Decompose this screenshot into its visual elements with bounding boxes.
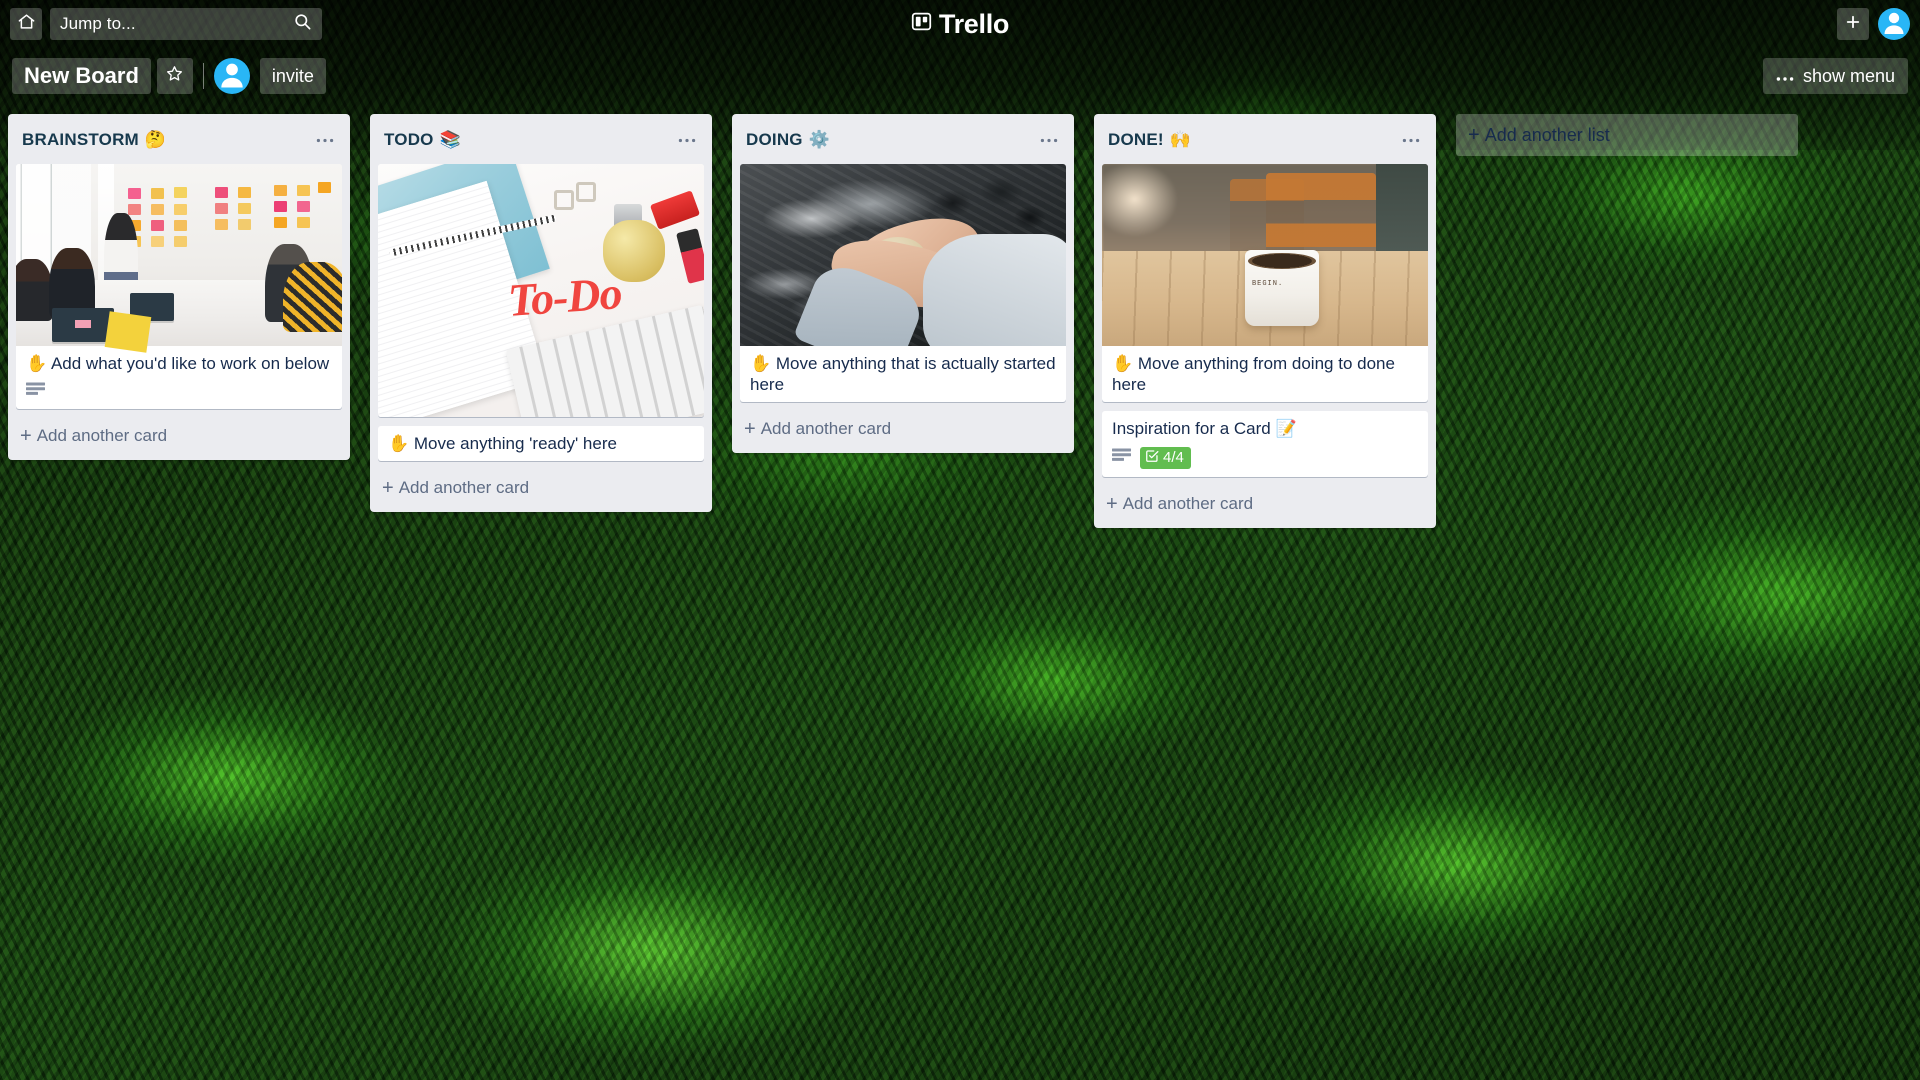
cards-area: BEGIN. ✋ Move anything from doing to don… — [1094, 164, 1436, 486]
cards-area: ✋ Move anything that is actually started… — [732, 164, 1074, 411]
card-title: ✋ Move anything that is actually started… — [750, 354, 1056, 394]
card-body: Inspiration for a Card 📝 4/4 — [1102, 411, 1428, 477]
card[interactable]: ✋ Move anything that is actually started… — [740, 164, 1066, 402]
card-badges: 4/4 — [1112, 446, 1418, 471]
user-avatar-icon — [1878, 8, 1910, 40]
list-title-todo[interactable]: TODO 📚 — [384, 130, 674, 150]
list-header: DOING ⚙️ — [732, 114, 1074, 164]
card-cover-hands-kneading-dough-photo — [740, 164, 1066, 346]
list-title-text: DOING — [746, 130, 803, 149]
trello-logo-text: Trello — [938, 8, 1010, 39]
list-todo: TODO 📚 To-Do ✋ Move anything 'ready' her… — [370, 114, 712, 512]
thinking-face-emoji: 🤔 — [144, 130, 167, 149]
add-card-label: Add another card — [1122, 493, 1254, 513]
invite-button[interactable]: invite — [259, 58, 326, 94]
card-badges — [26, 382, 332, 403]
description-lines-icon — [26, 382, 46, 401]
list-title-text: TODO — [384, 130, 434, 149]
top-bar-right-controls — [1837, 8, 1910, 40]
top-navigation-bar: Jump to... Trello — [0, 0, 1920, 48]
add-card-label: Add another card — [398, 477, 530, 497]
checklist-count: 4/4 — [1163, 449, 1184, 467]
description-lines-icon — [1112, 448, 1132, 467]
list-brainstorm: BRAINSTORM 🤔 ✋ Add what you'd like to wo… — [8, 114, 350, 460]
card-cover-brainstorm-meeting-photo — [16, 164, 342, 353]
search-input[interactable]: Jump to... — [50, 8, 322, 40]
add-card-label: Add another card — [36, 425, 168, 445]
list-done: DONE! 🙌 BEGIN. ✋ Move anything from doin… — [1094, 114, 1436, 528]
search-icon[interactable] — [293, 12, 312, 36]
mug-text-decor: BEGIN. — [1251, 280, 1284, 289]
card-cover-todo-desk-flatlay-photo: To-Do — [378, 164, 704, 417]
card-title: ✋ Move anything 'ready' here — [388, 434, 617, 453]
plus-icon: + — [382, 476, 394, 499]
profile-avatar[interactable] — [1878, 8, 1910, 40]
add-card-button-brainstorm[interactable]: + Add another card — [8, 418, 350, 456]
add-card-button-done[interactable]: + Add another card — [1094, 486, 1436, 524]
gear-emoji: ⚙️ — [808, 130, 831, 149]
star-board-button[interactable] — [156, 58, 193, 94]
raised-hands-emoji: 🙌 — [1169, 130, 1192, 149]
plus-icon — [1844, 13, 1862, 36]
add-card-button-doing[interactable]: + Add another card — [732, 411, 1074, 449]
user-avatar-icon — [214, 58, 250, 94]
list-doing: DOING ⚙️ ✋ Move anything that is actuall… — [732, 114, 1074, 453]
home-icon — [17, 12, 36, 36]
card-title: ✋ Add what you'd like to work on below — [26, 354, 330, 373]
card-title: Inspiration for a Card 📝 — [1112, 418, 1297, 438]
add-another-list-button[interactable]: + Add another list — [1456, 114, 1798, 156]
card-body: ✋ Move anything that is actually started… — [740, 346, 1066, 402]
search-input-value: Jump to... — [60, 14, 136, 33]
list-title-done[interactable]: DONE! 🙌 — [1108, 130, 1398, 150]
header-divider — [202, 63, 204, 89]
list-menu-button[interactable] — [1398, 128, 1424, 152]
add-button[interactable] — [1837, 8, 1869, 40]
card-cover-coffee-mug-on-table-photo: BEGIN. — [1102, 164, 1428, 346]
list-menu-button[interactable] — [1036, 128, 1062, 152]
plus-icon: + — [744, 417, 756, 440]
cards-area: ✋ Add what you'd like to work on below — [8, 164, 350, 418]
board-member-avatar[interactable] — [213, 58, 250, 94]
list-menu-button[interactable] — [674, 128, 700, 152]
ellipsis-icon — [1776, 66, 1794, 87]
list-header: DONE! 🙌 — [1094, 114, 1436, 164]
list-title-text: DONE! — [1108, 130, 1164, 149]
books-emoji: 📚 — [439, 130, 461, 149]
checklist-badge: 4/4 — [1140, 446, 1191, 469]
plus-icon: + — [1106, 492, 1118, 515]
card[interactable]: ✋ Add what you'd like to work on below — [16, 164, 342, 409]
lists-canvas: BRAINSTORM 🤔 ✋ Add what you'd like to wo… — [0, 108, 1920, 1080]
cards-area: To-Do ✋ Move anything 'ready' here — [370, 164, 712, 470]
show-menu-label: show menu — [1802, 65, 1895, 86]
list-header: BRAINSTORM 🤔 — [8, 114, 350, 164]
trello-board-icon — [911, 11, 932, 37]
list-title-doing[interactable]: DOING ⚙️ — [746, 130, 1036, 150]
card[interactable]: ✋ Move anything 'ready' here — [378, 426, 704, 461]
list-header: TODO 📚 — [370, 114, 712, 164]
board-title[interactable]: New Board — [12, 58, 151, 94]
add-card-button-todo[interactable]: + Add another card — [370, 470, 712, 508]
card-body: ✋ Move anything 'ready' here — [378, 426, 704, 461]
card[interactable]: BEGIN. ✋ Move anything from doing to don… — [1102, 164, 1428, 402]
todo-word-decor: To-Do — [506, 267, 624, 327]
list-menu-button[interactable] — [312, 128, 338, 152]
card[interactable]: To-Do — [378, 164, 704, 417]
star-outline-icon — [165, 64, 184, 88]
list-title-text: BRAINSTORM — [22, 130, 139, 149]
card[interactable]: Inspiration for a Card 📝 4/4 — [1102, 410, 1428, 477]
plus-icon: + — [20, 424, 32, 447]
card-body: ✋ Add what you'd like to work on below — [16, 346, 342, 409]
list-title-brainstorm[interactable]: BRAINSTORM 🤔 — [22, 130, 312, 150]
add-another-list-label: Add another list — [1484, 124, 1610, 145]
add-card-label: Add another card — [760, 418, 892, 438]
card-body: ✋ Move anything from doing to done here — [1102, 346, 1428, 402]
show-menu-button[interactable]: show menu — [1762, 58, 1908, 94]
card-title: ✋ Move anything from doing to done here — [1112, 354, 1395, 394]
board-header-bar: New Board invite show menu — [0, 48, 1920, 104]
plus-icon: + — [1468, 124, 1480, 146]
home-button[interactable] — [10, 8, 42, 40]
checklist-check-icon — [1145, 449, 1159, 467]
